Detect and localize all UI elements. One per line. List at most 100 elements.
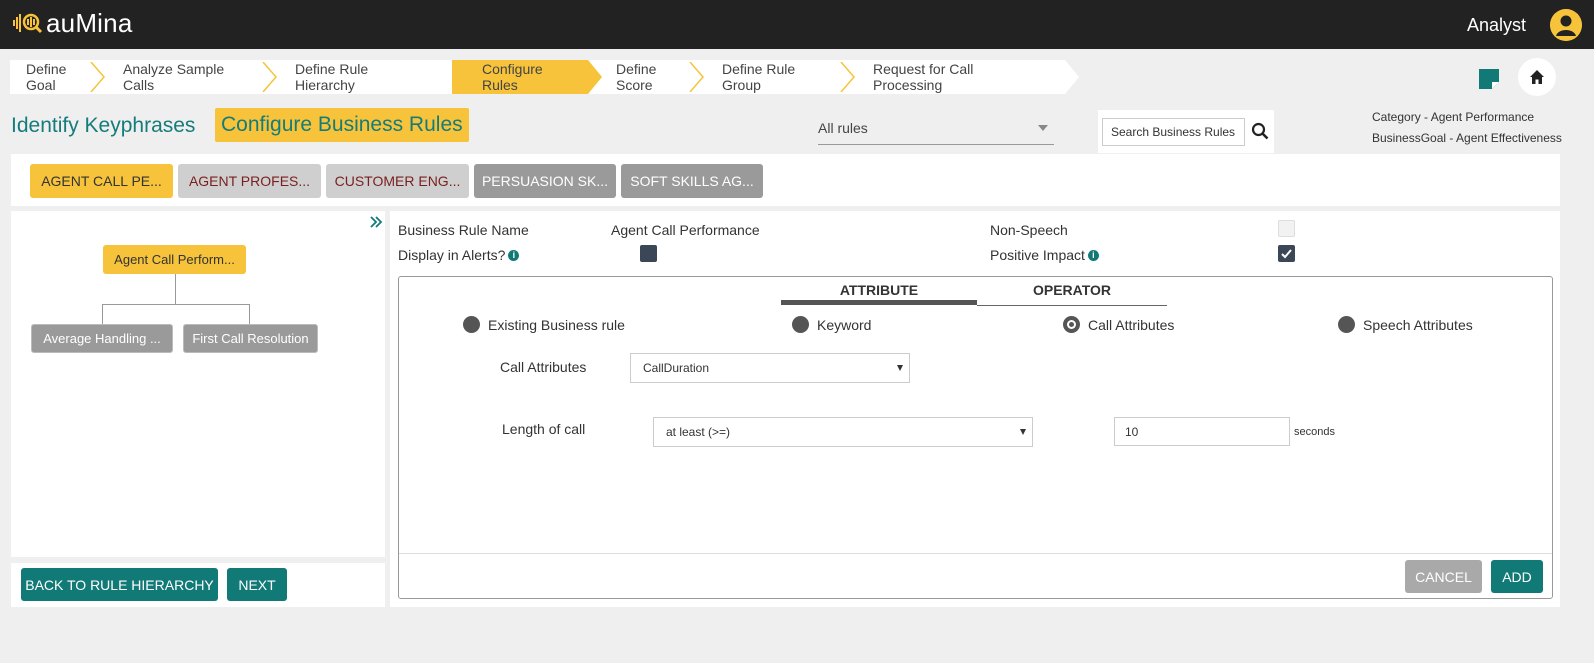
non-speech-checkbox[interactable] <box>1278 220 1295 237</box>
checkmark-icon <box>1281 249 1292 259</box>
configure-business-rules-title[interactable]: Configure Business Rules <box>215 108 469 142</box>
positive-impact-label: Positive Impact i <box>990 247 1099 263</box>
category-tab-persuasion[interactable]: PERSUASION SK... <box>474 164 616 198</box>
search-box <box>1098 110 1274 153</box>
tab-label: CUSTOMER ENG... <box>334 173 461 189</box>
info-icon[interactable]: i <box>508 250 520 261</box>
tab-attribute[interactable]: ATTRIBUTE <box>781 282 977 298</box>
workflow-stepper: Define Goal Analyze Sample Calls Define … <box>10 60 1079 94</box>
step-define-goal[interactable]: Define Goal <box>10 60 107 94</box>
button-label: NEXT <box>238 576 276 593</box>
user-avatar-icon[interactable] <box>1550 9 1582 41</box>
tab-label: AGENT PROFES... <box>188 173 311 189</box>
tab-underline <box>977 305 1167 306</box>
rules-filter-value: All rules <box>818 120 868 136</box>
app-logo[interactable]: auMina <box>12 8 132 38</box>
step-define-rule-hierarchy[interactable]: Define Rule Hierarchy <box>279 60 452 94</box>
rules-filter-dropdown[interactable]: All rules <box>818 112 1054 145</box>
tab-label: SOFT SKILLS AG... <box>630 173 754 189</box>
search-icon[interactable] <box>1251 122 1269 140</box>
logo-icon <box>13 13 43 34</box>
call-attributes-select[interactable]: CallDuration <box>630 353 910 383</box>
chevron-right-icon <box>262 62 277 92</box>
radio-existing-business-rule[interactable]: Existing Business rule <box>463 316 625 333</box>
step-request-call-processing[interactable]: Request for Call Processing <box>857 60 1079 94</box>
category-tab-agent-call[interactable]: AGENT CALL PE... <box>30 164 173 198</box>
add-button[interactable]: ADD <box>1491 560 1543 593</box>
user-role-label: Analyst <box>1466 15 1526 35</box>
category-tab-customer-eng[interactable]: CUSTOMER ENG... <box>326 164 469 198</box>
tree-node-child[interactable]: Average Handling ... <box>31 324 173 353</box>
search-input[interactable] <box>1102 118 1245 146</box>
info-icon[interactable]: i <box>1087 250 1099 261</box>
tree-node-label: First Call Resolution <box>192 331 309 346</box>
step-arrow <box>588 60 602 94</box>
configure-title-label: Configure Business Rules <box>221 113 463 136</box>
business-rule-name-value: Agent Call Performance <box>611 222 760 238</box>
cancel-button[interactable]: CANCEL <box>1405 560 1482 593</box>
sticky-note-icon[interactable] <box>1478 68 1500 90</box>
step-define-score[interactable]: Define Score <box>588 60 706 94</box>
seconds-unit-label: seconds <box>1294 426 1335 438</box>
tree-node-root[interactable]: Agent Call Perform... <box>103 245 246 274</box>
length-of-call-label: Length of call <box>502 421 586 437</box>
top-bar: auMina Analyst <box>0 0 1594 49</box>
back-to-rule-hierarchy-button[interactable]: BACK TO RULE HIERARCHY <box>21 568 218 601</box>
radio-keyword[interactable]: Keyword <box>792 316 871 333</box>
length-operator-select[interactable]: at least (>=) <box>653 417 1033 447</box>
tab-operator[interactable]: OPERATOR <box>977 282 1167 298</box>
chevron-right-icon <box>840 62 855 92</box>
left-actions: BACK TO RULE HIERARCHY NEXT <box>11 563 385 607</box>
radio-speech-attributes[interactable]: Speech Attributes <box>1338 316 1473 333</box>
active-tab-indicator <box>781 300 977 305</box>
tree-connector <box>249 304 250 324</box>
rule-detail-panel: Business Rule Name Agent Call Performanc… <box>390 211 1560 607</box>
step-label: Configure Rules <box>482 61 543 93</box>
step-label: Define Rule Hierarchy <box>295 61 369 93</box>
editor-footer-divider <box>399 553 1552 554</box>
call-attributes-label: Call Attributes <box>500 359 587 375</box>
step-arrow <box>1065 60 1079 94</box>
tree-node-child[interactable]: First Call Resolution <box>183 324 318 353</box>
category-tab-agent-profes[interactable]: AGENT PROFES... <box>178 164 321 198</box>
category-text: Category - Agent Performance <box>1372 110 1535 124</box>
radio-button[interactable] <box>1338 316 1355 333</box>
business-goal-text: BusinessGoal - Agent Effectiveness <box>1372 131 1562 145</box>
tab-label: AGENT CALL PE... <box>41 173 162 189</box>
radio-label: Keyword <box>817 316 872 333</box>
radio-call-attributes[interactable]: Call Attributes <box>1063 316 1174 333</box>
tab-label: OPERATOR <box>1032 282 1112 298</box>
step-label: Define Goal <box>26 61 67 93</box>
select-value: CallDuration <box>643 361 710 375</box>
home-button[interactable] <box>1518 58 1556 96</box>
next-button[interactable]: NEXT <box>227 568 287 601</box>
rule-editor: ATTRIBUTE OPERATOR Existing Business rul… <box>398 276 1553 599</box>
step-analyze-sample-calls[interactable]: Analyze Sample Calls <box>107 60 279 94</box>
step-configure-rules[interactable]: Configure Rules <box>452 60 602 94</box>
display-in-alerts-checkbox[interactable] <box>640 245 657 262</box>
tab-label: ATTRIBUTE <box>839 282 919 298</box>
input-value: 10 <box>1125 424 1139 439</box>
tree-node-label: Average Handling ... <box>43 331 161 346</box>
radio-button-selected[interactable] <box>1063 316 1080 333</box>
caret-down-icon <box>897 365 903 371</box>
radio-label: Call Attributes <box>1088 316 1175 333</box>
tree-node-label: Agent Call Perform... <box>114 252 235 267</box>
radio-button[interactable] <box>792 316 809 333</box>
chevron-right-icon <box>689 62 704 92</box>
step-label: Define Score <box>616 61 657 93</box>
caret-down-icon <box>1038 125 1048 131</box>
step-define-rule-group[interactable]: Define Rule Group <box>706 60 857 94</box>
double-chevron-right-icon[interactable] <box>369 215 383 229</box>
chevron-right-icon <box>90 62 105 92</box>
tab-label: PERSUASION SK... <box>481 173 609 189</box>
business-rule-name-label: Business Rule Name <box>398 222 529 238</box>
caret-down-icon <box>1020 429 1026 435</box>
category-tab-soft-skills[interactable]: SOFT SKILLS AG... <box>621 164 763 198</box>
radio-button[interactable] <box>463 316 480 333</box>
length-value-input[interactable]: 10 <box>1114 417 1290 446</box>
button-label: ADD <box>1502 568 1532 585</box>
tree-connector <box>175 274 176 304</box>
identify-keyphrases-title[interactable]: Identify Keyphrases <box>11 114 195 138</box>
positive-impact-checkbox[interactable] <box>1278 245 1295 262</box>
